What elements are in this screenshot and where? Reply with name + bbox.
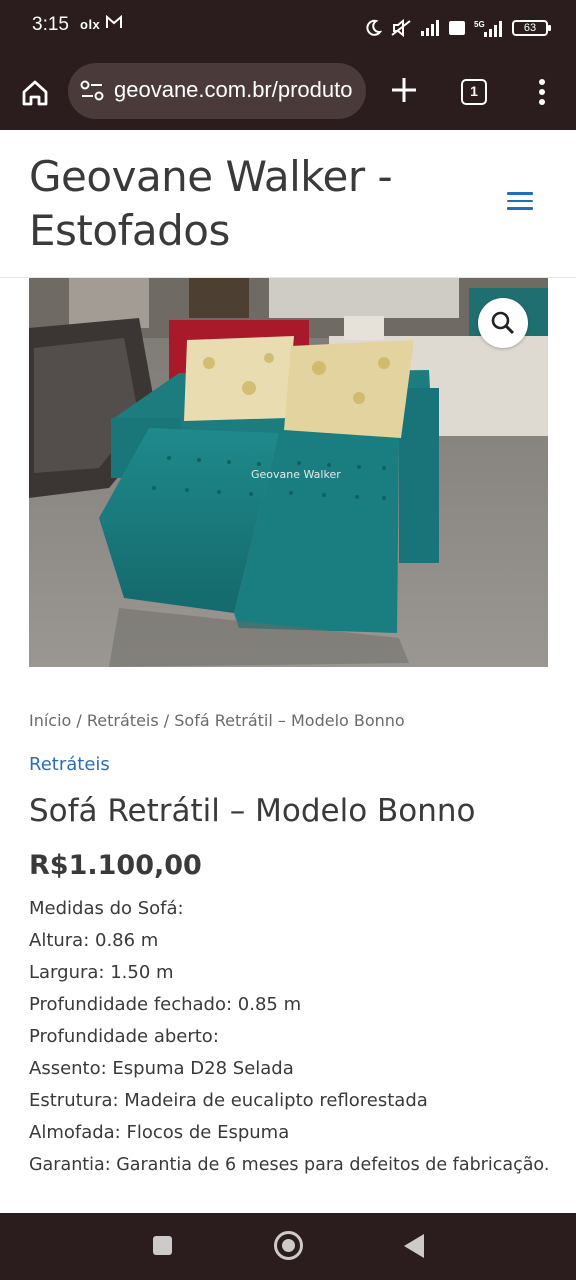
- 5g-signal-icon: 5G: [474, 20, 502, 37]
- status-time: 3:15: [32, 14, 69, 35]
- product-title: Sofá Retrátil – Modelo Bonno: [29, 793, 476, 829]
- product-price: R$1.100,00: [29, 850, 202, 881]
- mute-icon: [391, 19, 411, 37]
- tune-icon[interactable]: [80, 80, 104, 106]
- address-bar[interactable]: geovane.com.br/produto: [68, 63, 366, 119]
- breadcrumb-current: Sofá Retrátil – Modelo Bonno: [174, 711, 405, 730]
- description-line: Assento: Espuma D28 Selada: [29, 1058, 294, 1079]
- description-line: Garantia: Garantia de 6 meses para defei…: [29, 1155, 550, 1175]
- browser-toolbar: geovane.com.br/produto 1: [0, 56, 576, 130]
- breadcrumb-category[interactable]: Retráteis: [87, 711, 159, 730]
- magnifier-icon: [491, 311, 515, 335]
- system-nav-bar: [0, 1213, 576, 1280]
- status-bar: 3:15 olx 5G 63: [0, 0, 576, 56]
- breadcrumb: Início / Retráteis / Sofá Retrátil – Mod…: [29, 711, 405, 730]
- url-text[interactable]: geovane.com.br/produto: [114, 77, 354, 103]
- description-line: Altura: 0.86 m: [29, 930, 159, 951]
- site-title-line1[interactable]: Geovane Walker -: [29, 150, 449, 204]
- image-watermark: Geovane Walker: [251, 468, 341, 481]
- home-circle-icon[interactable]: [274, 1231, 303, 1260]
- back-triangle-icon[interactable]: [404, 1234, 424, 1258]
- signal-icon: [421, 20, 439, 36]
- product-description: Medidas do Sofá: Altura: 0.86 m Largura:…: [29, 893, 559, 1181]
- more-vertical-icon[interactable]: [532, 76, 552, 108]
- description-line: Almofada: Flocos de Espuma: [29, 1122, 290, 1143]
- moon-icon: [366, 19, 382, 36]
- hamburger-menu-icon[interactable]: [507, 192, 533, 212]
- hamburger-bar: [507, 199, 533, 202]
- site-header: Geovane Walker - Estofados: [0, 130, 576, 278]
- hamburger-bar: [507, 207, 533, 210]
- status-icons: 5G 63: [364, 12, 551, 44]
- gmail-icon: [106, 14, 122, 33]
- site-title-line2[interactable]: Estofados: [29, 204, 449, 258]
- new-tab-button[interactable]: [388, 74, 420, 106]
- description-line: Estrutura: Madeira de eucalipto reflores…: [29, 1090, 428, 1111]
- tab-switcher-button[interactable]: 1: [461, 79, 487, 105]
- battery-indicator: 63: [512, 20, 551, 36]
- site-title[interactable]: Geovane Walker - Estofados: [29, 150, 449, 258]
- zoom-button[interactable]: [478, 298, 528, 348]
- breadcrumb-separator: /: [71, 711, 87, 730]
- plus-icon: [392, 78, 416, 102]
- home-icon[interactable]: [16, 74, 54, 112]
- olx-notification-icon: olx: [80, 17, 101, 32]
- description-line: Largura: 1.50 m: [29, 962, 174, 983]
- breadcrumb-home[interactable]: Início: [29, 711, 71, 730]
- hamburger-bar: [507, 192, 533, 195]
- breadcrumb-separator: /: [158, 711, 175, 730]
- sofa-photo: Geovane Walker: [29, 278, 548, 667]
- description-line: Profundidade fechado: 0.85 m: [29, 994, 302, 1015]
- description-line: Medidas do Sofá:: [29, 898, 184, 919]
- product-category-link[interactable]: Retráteis: [29, 754, 110, 775]
- description-line: Profundidade aberto:: [29, 1026, 219, 1047]
- volte-icon: [449, 21, 465, 35]
- recents-square-icon[interactable]: [153, 1236, 172, 1255]
- product-image[interactable]: Geovane Walker: [29, 278, 548, 667]
- svg-text:5G: 5G: [474, 20, 485, 29]
